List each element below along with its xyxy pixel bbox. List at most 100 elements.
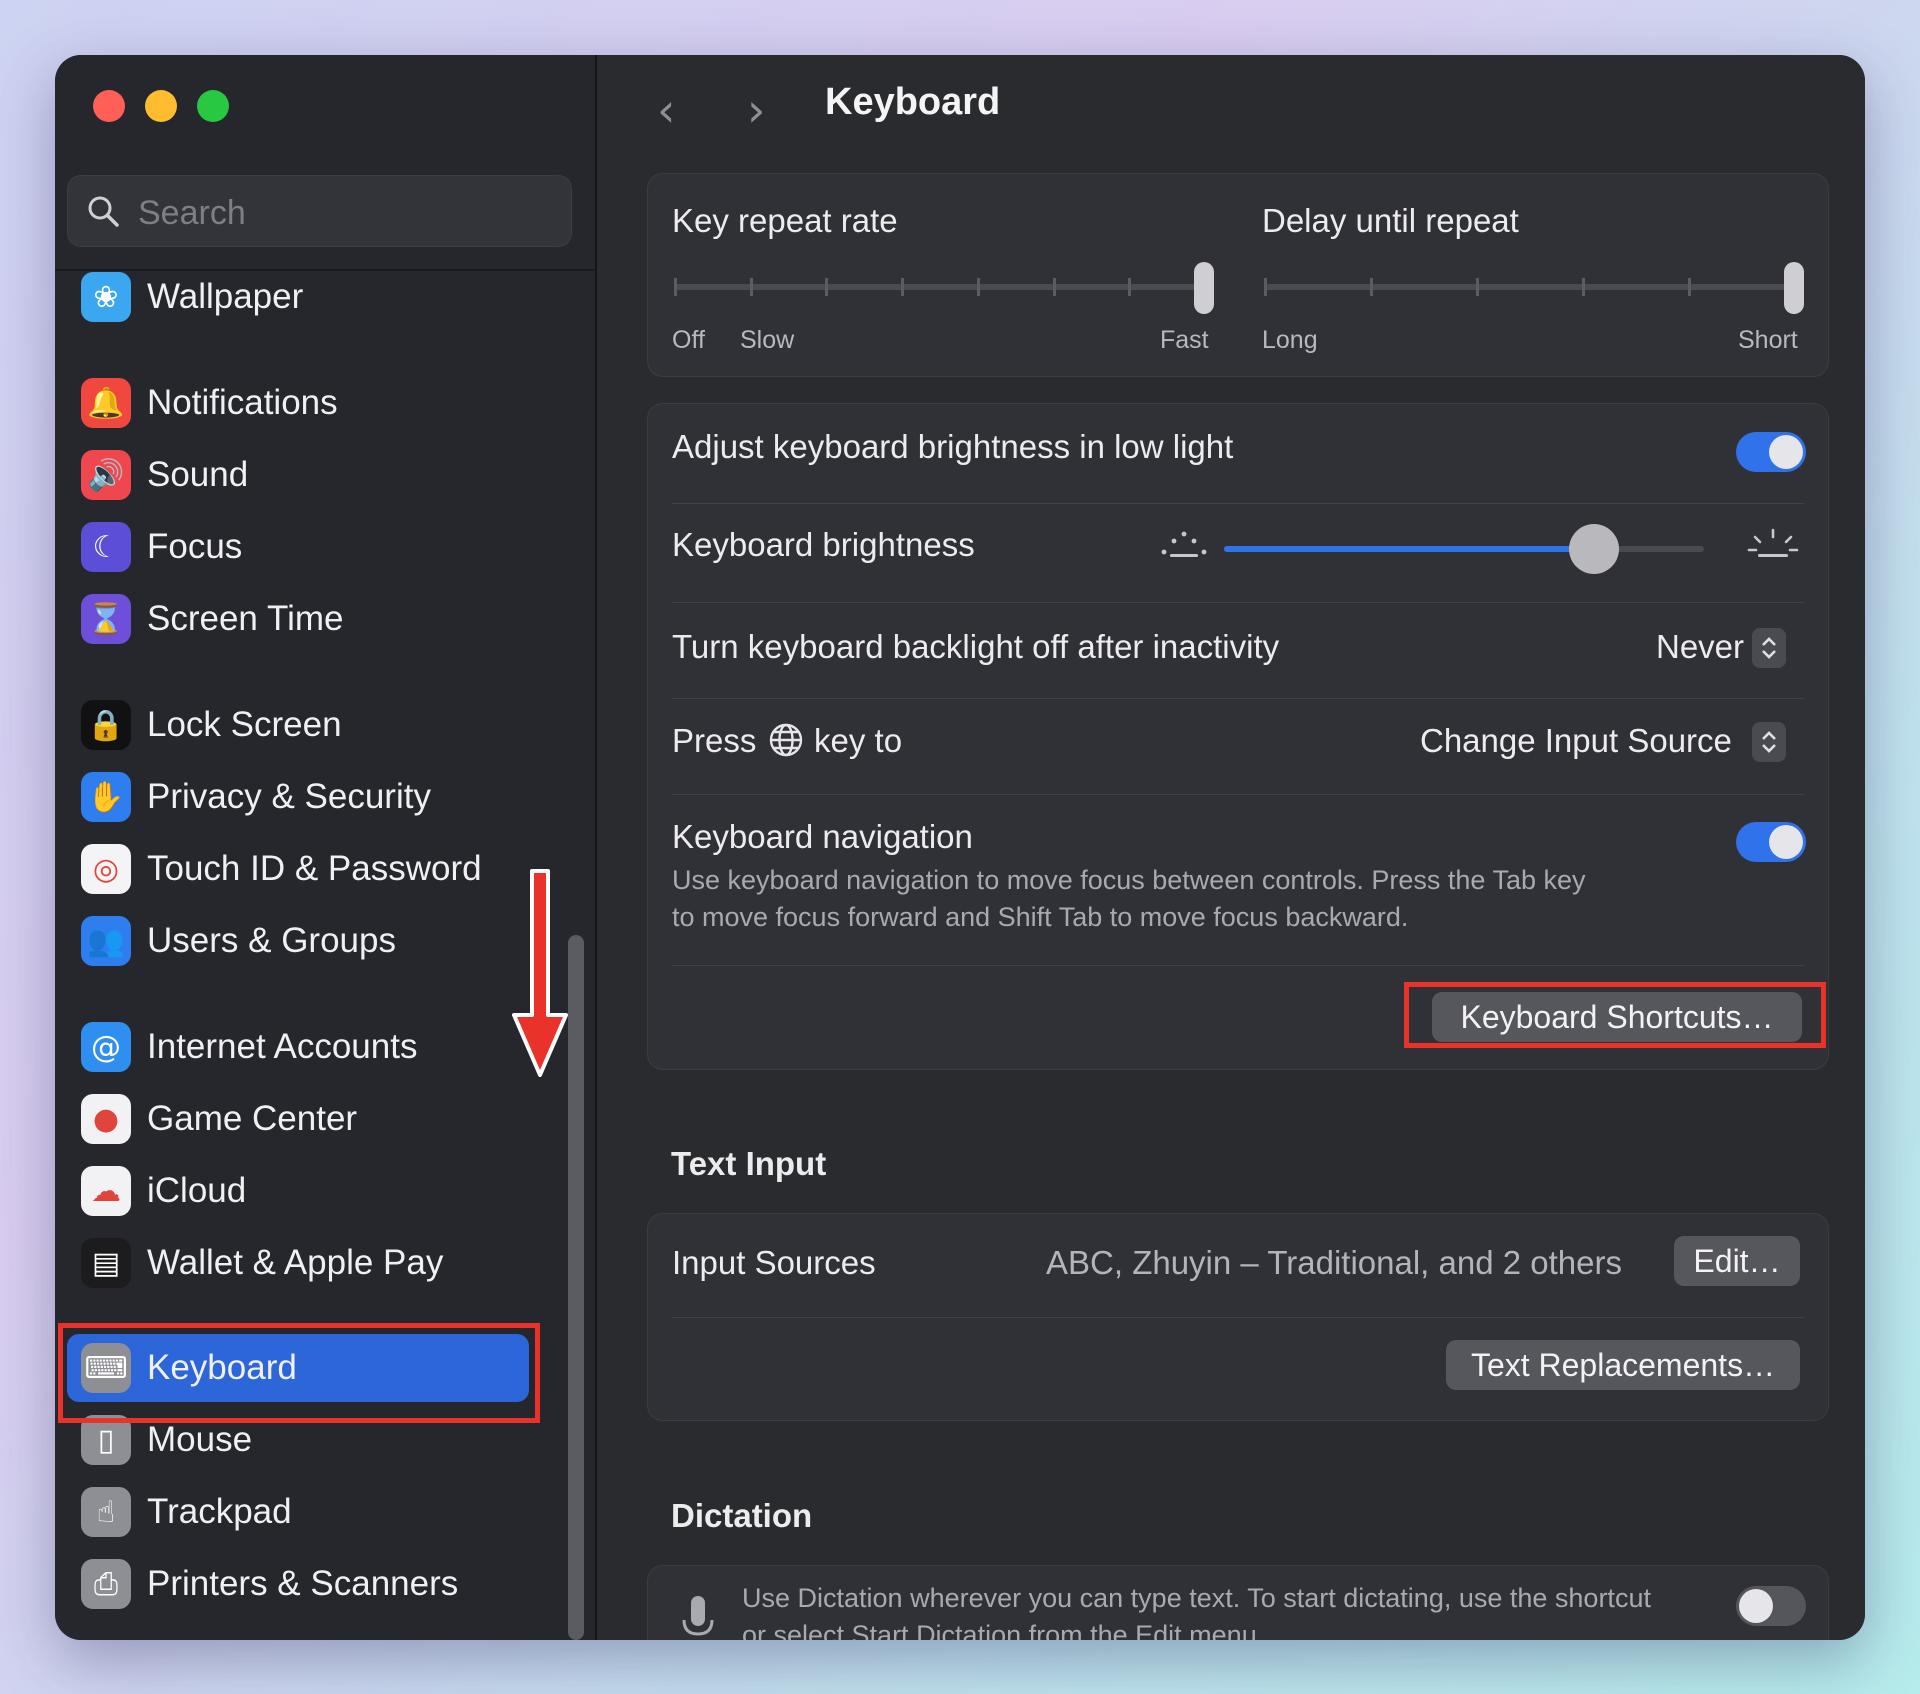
users-icon: 👥 xyxy=(81,916,131,966)
microphone-icon xyxy=(682,1596,714,1636)
at-sign-icon: @ xyxy=(81,1022,131,1072)
main-pane: ‹ › Keyboard Key repeat rate Off Slow Fa… xyxy=(597,55,1865,1640)
minimize-window-button[interactable] xyxy=(145,90,177,122)
key-repeat-rate-tick xyxy=(1053,278,1056,296)
globe-icon xyxy=(769,723,803,757)
close-window-button[interactable] xyxy=(93,90,125,122)
search-icon xyxy=(88,196,119,227)
press-key-stepper-icon[interactable] xyxy=(1752,722,1786,762)
delay-until-repeat-tick xyxy=(1264,278,1267,296)
sidebar-item-sound[interactable]: 🔊 Sound xyxy=(67,441,585,509)
sidebar-item-lock-screen[interactable]: 🔒 Lock Screen xyxy=(67,691,585,759)
sidebar-item-label: Sound xyxy=(147,455,249,494)
dictation-desc-line-2: or select Start Dictation from the Edit … xyxy=(742,1620,1265,1640)
keyboard-brightness-fill xyxy=(1224,546,1594,552)
sidebar-item-touch-id-password[interactable]: ◎ Touch ID & Password xyxy=(67,835,585,903)
zoom-window-button[interactable] xyxy=(197,90,229,122)
delay-until-repeat-tick xyxy=(1476,278,1479,296)
delay-tick-long: Long xyxy=(1262,326,1318,354)
sidebar-item-label: Printers & Scanners xyxy=(147,1564,459,1603)
dictation-toggle[interactable] xyxy=(1736,1586,1806,1626)
sidebar-item-focus[interactable]: ☾ Focus xyxy=(67,513,585,581)
sidebar-item-wallpaper[interactable]: ❀ Wallpaper xyxy=(67,263,585,331)
delay-until-repeat-slider-knob[interactable] xyxy=(1784,262,1804,314)
fingerprint-icon: ◎ xyxy=(81,844,131,894)
delay-until-repeat-label: Delay until repeat xyxy=(1262,202,1519,239)
key-repeat-rate-tick xyxy=(901,278,904,296)
screen-time-icon: ⌛ xyxy=(81,594,131,644)
forward-chevron-icon[interactable]: › xyxy=(747,83,787,137)
sidebar-item-wallet-apple-pay[interactable]: ▤ Wallet & Apple Pay xyxy=(67,1229,585,1297)
sidebar-item-printers-scanners[interactable]: ⎙ Printers & Scanners xyxy=(67,1550,585,1618)
press-key-value[interactable]: Change Input Source xyxy=(1420,722,1732,760)
sidebar-item-notifications[interactable]: 🔔 Notifications xyxy=(67,369,585,437)
press-key-label-post: key to xyxy=(814,722,903,759)
keyboard-item-highlight xyxy=(58,1323,540,1423)
sidebar-item-game-center[interactable]: ● Game Center xyxy=(67,1085,585,1153)
dictation-section-title: Dictation xyxy=(671,1497,813,1534)
sidebar-item-label: Notifications xyxy=(147,383,338,422)
sidebar-item-internet-accounts[interactable]: @ Internet Accounts xyxy=(67,1013,585,1081)
lock-screen-icon: 🔒 xyxy=(81,700,131,750)
sidebar-item-label: Privacy & Security xyxy=(147,777,431,816)
text-replacements-button[interactable]: Text Replacements… xyxy=(1446,1340,1800,1390)
key-repeat-rate-tick xyxy=(1128,278,1131,296)
dictation-description: Use Dictation wherever you can type text… xyxy=(742,1580,1742,1640)
row-divider xyxy=(672,965,1804,966)
edit-input-sources-button[interactable]: Edit… xyxy=(1674,1236,1800,1286)
keyboard-navigation-toggle[interactable] xyxy=(1736,822,1806,862)
search-placeholder: Search xyxy=(138,194,246,232)
sidebar-item-label: Touch ID & Password xyxy=(147,849,482,888)
adjust-brightness-label: Adjust keyboard brightness in low light xyxy=(672,428,1234,465)
sidebar-item-icloud[interactable]: ☁ iCloud xyxy=(67,1157,585,1225)
search-input[interactable]: Search xyxy=(67,175,572,247)
sidebar-item-label: Trackpad xyxy=(147,1492,292,1531)
sidebar-item-label: Mouse xyxy=(147,1420,253,1459)
keyboard-navigation-description: Use keyboard navigation to move focus be… xyxy=(672,862,1732,936)
sidebar-item-label: Internet Accounts xyxy=(147,1027,418,1066)
keyboard-navigation-label: Keyboard navigation xyxy=(672,818,973,855)
brightness-high-icon xyxy=(1747,528,1799,557)
shortcuts-button-highlight xyxy=(1404,982,1826,1048)
back-chevron-icon[interactable]: ‹ xyxy=(657,83,697,137)
key-repeat-rate-slider-knob[interactable] xyxy=(1194,262,1214,314)
sidebar-item-label: Focus xyxy=(147,527,243,566)
delay-until-repeat-track[interactable] xyxy=(1264,284,1794,290)
key-repeat-card: Key repeat rate Off Slow Fast Delay unti… xyxy=(647,173,1829,377)
text-input-card: Input Sources ABC, Zhuyin – Traditional,… xyxy=(647,1213,1829,1421)
sidebar-item-label: Lock Screen xyxy=(147,705,342,744)
delay-tick-short: Short xyxy=(1738,326,1798,354)
nav-desc-line-1: Use keyboard navigation to move focus be… xyxy=(672,865,1586,895)
dictation-desc-line-1: Use Dictation wherever you can type text… xyxy=(742,1583,1651,1613)
brightness-low-icon xyxy=(1161,531,1207,557)
rate-tick-fast: Fast xyxy=(1160,326,1209,354)
row-divider xyxy=(672,794,1804,795)
sidebar-item-trackpad[interactable]: ☝ Trackpad xyxy=(67,1478,585,1546)
row-divider xyxy=(672,698,1804,699)
key-repeat-rate-tick xyxy=(825,278,828,296)
backlight-off-label: Turn keyboard backlight off after inacti… xyxy=(672,628,1280,665)
sidebar-item-privacy-security[interactable]: ✋ Privacy & Security xyxy=(67,763,585,831)
delay-until-repeat-tick xyxy=(1582,278,1585,296)
sidebar-item-label: Users & Groups xyxy=(147,921,396,960)
sidebar-item-users-groups[interactable]: 👥 Users & Groups xyxy=(67,907,585,975)
key-repeat-rate-tick xyxy=(977,278,980,296)
keyboard-brightness-label: Keyboard brightness xyxy=(672,526,975,563)
sidebar-item-screen-time[interactable]: ⌛ Screen Time xyxy=(67,585,585,653)
sound-icon: 🔊 xyxy=(81,450,131,500)
trackpad-icon: ☝ xyxy=(81,1487,131,1537)
printer-icon: ⎙ xyxy=(81,1559,131,1609)
adjust-brightness-toggle[interactable] xyxy=(1736,432,1806,472)
input-sources-label: Input Sources xyxy=(672,1244,876,1281)
sidebar-scrollbar[interactable] xyxy=(568,935,584,1640)
text-input-section-title: Text Input xyxy=(671,1145,827,1182)
red-down-arrow-annotation xyxy=(512,869,568,1077)
press-key-label-pre: Press xyxy=(672,722,757,759)
key-repeat-rate-track[interactable] xyxy=(674,284,1204,290)
rate-tick-slow: Slow xyxy=(740,326,795,354)
backlight-stepper-icon[interactable] xyxy=(1752,628,1786,668)
backlight-off-value[interactable]: Never xyxy=(1656,628,1744,666)
nav-desc-line-2: to move focus forward and Shift Tab to m… xyxy=(672,902,1409,932)
keyboard-brightness-slider-knob[interactable] xyxy=(1568,524,1619,574)
notifications-icon: 🔔 xyxy=(81,378,131,428)
